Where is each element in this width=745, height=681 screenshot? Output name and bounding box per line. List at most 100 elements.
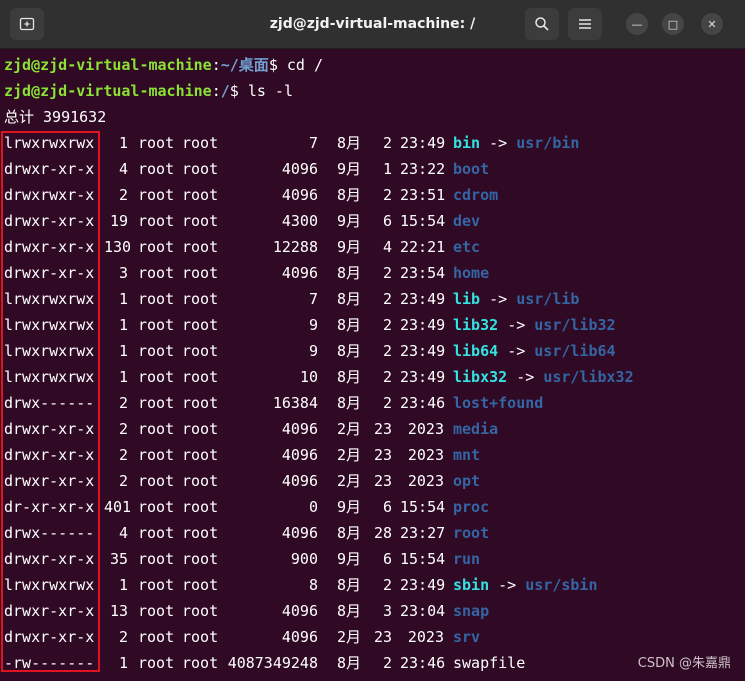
- size-cell: 7: [308, 290, 318, 308]
- day-cell: 6: [382, 212, 392, 230]
- time-cell: 2023: [407, 472, 444, 490]
- size-cell: 4300: [281, 212, 318, 230]
- menu-button[interactable]: [568, 8, 602, 40]
- name-cell: opt: [453, 468, 480, 494]
- prompt-command: cd /: [286, 56, 323, 74]
- prompt-dollar: $: [229, 82, 248, 100]
- entry-name: libx32: [453, 368, 508, 386]
- links-cell: 35: [109, 550, 128, 568]
- minimize-button[interactable]: —: [626, 13, 648, 35]
- time-cell: 23:46: [400, 394, 446, 412]
- name-cell: swapfile: [453, 650, 525, 676]
- size-cell: 16384: [272, 394, 318, 412]
- owner-cell: root: [138, 498, 175, 516]
- links-cell: 2: [118, 446, 128, 464]
- group-cell: root: [182, 212, 219, 230]
- day-cell: 23: [373, 420, 392, 438]
- listing-row: drwxr-xr-x 19 root root 4300 9月 6 15:54 dev: [0, 208, 745, 234]
- month-cell: 9月: [337, 212, 362, 230]
- listing-row: drwxr-xr-x 4 root root 4096 9月 1 23:22 boot: [0, 156, 745, 182]
- group-cell: root: [182, 186, 219, 204]
- month-cell: 8月: [337, 186, 362, 204]
- new-tab-button[interactable]: [10, 8, 44, 40]
- listing-row: drwxr-xr-x 2 root root 4096 2月 23 2023 mnt: [0, 442, 745, 468]
- day-cell: 2: [382, 264, 392, 282]
- size-cell: 900: [290, 550, 318, 568]
- listing-row: drwxr-xr-x 35 root root 900 9月 6 15:54 run: [0, 546, 745, 572]
- month-cell: 8月: [337, 368, 362, 386]
- day-cell: 2: [382, 290, 392, 308]
- links-cell: 4: [118, 160, 128, 178]
- time-cell: 23:54: [400, 264, 446, 282]
- owner-cell: root: [138, 342, 175, 360]
- link-target: usr/bin: [516, 134, 580, 152]
- group-cell: root: [182, 316, 219, 334]
- time-cell: 2023: [407, 420, 444, 438]
- name-cell: bin -> usr/bin: [453, 130, 579, 156]
- day-cell: 4: [382, 238, 392, 256]
- month-cell: 8月: [337, 316, 362, 334]
- link-arrow: ->: [489, 290, 508, 308]
- month-cell: 8月: [337, 654, 362, 672]
- name-cell: lost+found: [453, 390, 543, 416]
- owner-cell: root: [138, 238, 175, 256]
- entry-name: snap: [453, 602, 490, 620]
- size-cell: 7: [308, 134, 318, 152]
- close-button[interactable]: ✕: [701, 13, 723, 35]
- prompt-dollar: $: [268, 56, 287, 74]
- listing-row: lrwxrwxrwx 1 root root 10 8月 2 23:49 libx32 -> u…: [0, 364, 745, 390]
- entry-name: opt: [453, 472, 481, 490]
- group-cell: root: [182, 342, 219, 360]
- links-cell: 19: [109, 212, 128, 230]
- month-cell: 2月: [337, 446, 362, 464]
- entry-name: boot: [453, 160, 490, 178]
- listing-row: drwxr-xr-x 2 root root 4096 2月 23 2023 srv: [0, 624, 745, 650]
- links-cell: 3: [118, 264, 128, 282]
- listing-row: drwxr-xr-x 2 root root 4096 2月 23 2023 media: [0, 416, 745, 442]
- entry-name: swapfile: [453, 654, 526, 672]
- month-cell: 8月: [337, 342, 362, 360]
- time-cell: 2023: [407, 446, 444, 464]
- owner-cell: root: [138, 264, 175, 282]
- links-cell: 1: [118, 576, 128, 594]
- time-cell: 23:49: [400, 342, 446, 360]
- owner-cell: root: [138, 368, 175, 386]
- size-cell: 9: [308, 342, 318, 360]
- links-cell: 2: [118, 394, 128, 412]
- listing-row: drwxr-xr-x 2 root root 4096 2月 23 2023 opt: [0, 468, 745, 494]
- group-cell: root: [182, 446, 219, 464]
- day-cell: 2: [382, 394, 392, 412]
- maximize-button[interactable]: □: [662, 13, 684, 35]
- group-cell: root: [182, 290, 219, 308]
- time-cell: 15:54: [400, 212, 446, 230]
- listing-row: drwxr-xr-x 13 root root 4096 8月 3 23:04 snap: [0, 598, 745, 624]
- name-cell: home: [453, 260, 489, 286]
- entry-name: etc: [453, 238, 481, 256]
- name-cell: mnt: [453, 442, 480, 468]
- search-icon: [535, 17, 549, 31]
- link-target: usr/lib: [516, 290, 580, 308]
- link-arrow: ->: [498, 576, 517, 594]
- size-cell: 10: [299, 368, 318, 386]
- month-cell: 8月: [337, 264, 362, 282]
- day-cell: 6: [382, 498, 392, 516]
- time-cell: 15:54: [400, 498, 446, 516]
- listing-row: lrwxrwxrwx 1 root root 7 8月 2 23:49 bin -> usr/b…: [0, 130, 745, 156]
- entry-name: lost+found: [453, 394, 544, 412]
- permissions-highlight-box: [1, 131, 100, 672]
- listing-row: lrwxrwxrwx 1 root root 8 8月 2 23:49 sbin -> usr/…: [0, 572, 745, 598]
- terminal-output[interactable]: zjd@zjd-virtual-machine:~/桌面$ cd / zjd@z…: [0, 49, 745, 681]
- search-button[interactable]: [525, 8, 559, 40]
- time-cell: 2023: [407, 628, 444, 646]
- group-cell: root: [182, 602, 219, 620]
- name-cell: libx32 -> usr/libx32: [453, 364, 634, 390]
- day-cell: 2: [382, 654, 392, 672]
- size-cell: 4096: [281, 186, 318, 204]
- owner-cell: root: [138, 628, 175, 646]
- month-cell: 2月: [337, 472, 362, 490]
- listing-row: drwxr-xr-x 3 root root 4096 8月 2 23:54 home: [0, 260, 745, 286]
- terminal-window: zjd@zjd-virtual-machine: / — □ ✕ zjd@zjd…: [0, 0, 745, 681]
- size-cell: 12288: [272, 238, 318, 256]
- name-cell: etc: [453, 234, 480, 260]
- entry-name: srv: [453, 628, 481, 646]
